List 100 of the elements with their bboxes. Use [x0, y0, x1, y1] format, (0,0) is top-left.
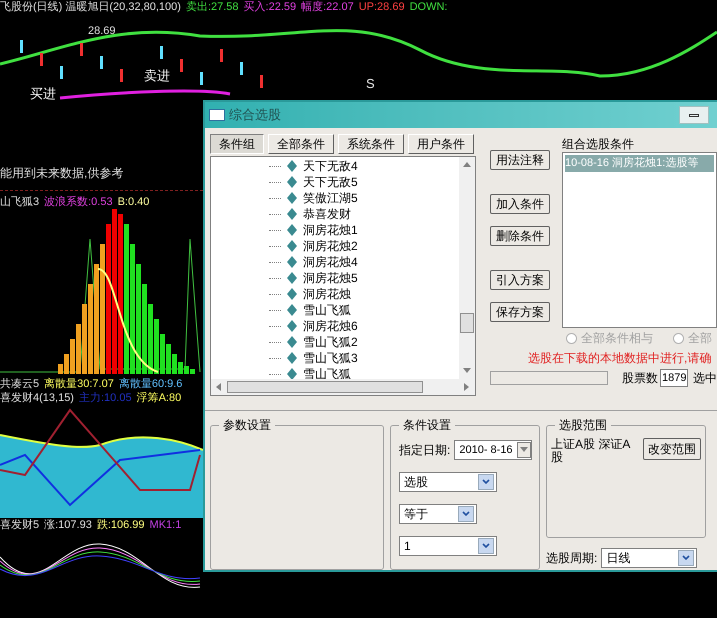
- indicator-text: 共凑云5: [0, 377, 40, 391]
- action-button[interactable]: 删除条件: [490, 226, 550, 246]
- indicator-text: 波浪系数:0.53: [44, 195, 113, 209]
- price-label: 28.69: [88, 25, 116, 37]
- tree-item[interactable]: 洞房花烛5: [269, 270, 459, 286]
- indicator-text: 幅度:22.07: [301, 0, 354, 14]
- scroll-left-icon[interactable]: [215, 383, 223, 391]
- diamond-icon: [287, 192, 297, 204]
- tree-item[interactable]: 笑傲江湖5: [269, 190, 459, 206]
- tree-item[interactable]: 洞房花烛2: [269, 238, 459, 254]
- diamond-icon: [287, 320, 297, 332]
- vertical-scrollbar[interactable]: [459, 157, 475, 379]
- tree-item[interactable]: 洞房花烛6: [269, 318, 459, 334]
- scroll-up-icon[interactable]: [463, 161, 471, 169]
- indicator-text: 离散量60:9.6: [118, 377, 182, 391]
- diamond-icon: [287, 368, 297, 379]
- indicator-text: 喜发财4(13,15): [0, 391, 74, 405]
- tab[interactable]: 全部条件: [268, 134, 334, 154]
- tree-item[interactable]: 恭喜发财: [269, 206, 459, 222]
- indicator-text: UP:28.69: [358, 0, 405, 14]
- warning-text: 选股在下载的本地数据中进行,请确: [527, 350, 712, 367]
- candlestick: [80, 43, 83, 56]
- count-field: 1879: [660, 368, 688, 388]
- action-button[interactable]: 引入方案: [490, 270, 550, 290]
- action-button[interactable]: 保存方案: [490, 302, 550, 322]
- period-label: 选股周期:: [546, 550, 598, 567]
- tab[interactable]: 条件组: [210, 134, 264, 154]
- indicator-text: 山飞狐3: [0, 195, 40, 209]
- minimize-button[interactable]: [679, 106, 709, 124]
- diamond-icon: [287, 240, 297, 252]
- candlestick: [240, 62, 243, 75]
- indicator-text: MK1:1: [150, 518, 182, 532]
- group-title: 选股范围: [555, 418, 611, 432]
- scroll-down-icon[interactable]: [463, 367, 471, 375]
- change-range-button[interactable]: 改变范围: [643, 438, 701, 460]
- candlestick: [120, 69, 123, 82]
- candlestick: [260, 75, 263, 88]
- indicator-text: DOWN:: [410, 0, 448, 14]
- tree-item[interactable]: 天下无敌4: [269, 158, 459, 174]
- scroll-thumb[interactable]: [227, 381, 423, 393]
- scroll-thumb[interactable]: [460, 313, 474, 333]
- minimize-icon: [689, 114, 699, 116]
- window-icon: [209, 109, 225, 121]
- candlestick: [200, 72, 203, 85]
- indicator-text: 买入:22.59: [244, 0, 296, 14]
- tree-item[interactable]: 洞房花烛: [269, 286, 459, 302]
- date-field[interactable]: 2010- 8-16: [454, 440, 532, 460]
- dropdown-field[interactable]: 等于: [399, 504, 477, 524]
- indicator-text: 浮筹A:80: [136, 391, 182, 405]
- horizontal-scrollbar[interactable]: [211, 379, 475, 395]
- section-label: 组合选股条件: [562, 136, 634, 152]
- window-title: 综合选股: [229, 106, 281, 124]
- count-label: 股票数: [622, 370, 658, 387]
- indicator-text: 卖出:27.58: [186, 0, 239, 14]
- candlestick: [40, 53, 43, 66]
- tree-item[interactable]: 雪山飞狐2: [269, 334, 459, 350]
- indicator-text: 涨:107.93: [44, 518, 92, 532]
- note-text: 能用到未来数据,供参考: [0, 165, 124, 181]
- indicator-text: B:0.40: [118, 195, 150, 209]
- dropdown-field[interactable]: 1: [399, 536, 497, 556]
- candlestick: [100, 56, 103, 69]
- indicator-text: 跌:106.99: [96, 518, 145, 532]
- indicator-text: 飞股份(日线) 温暖旭日(20,32,80,100): [0, 0, 181, 14]
- candlestick: [60, 66, 63, 79]
- diamond-icon: [287, 352, 297, 364]
- indicator-text: 主力:10.05: [78, 391, 132, 405]
- signal-label: 买进: [30, 86, 56, 100]
- candlestick: [220, 49, 223, 62]
- diamond-icon: [287, 272, 297, 284]
- tree-item[interactable]: 雪山飞狐: [269, 302, 459, 318]
- tree-item[interactable]: 天下无敌5: [269, 174, 459, 190]
- action-button[interactable]: 用法注释: [490, 150, 550, 170]
- diamond-icon: [287, 304, 297, 316]
- indicator-text: 离散量30:7.07: [44, 377, 114, 391]
- diamond-icon: [287, 160, 297, 172]
- candlestick: [160, 46, 163, 59]
- range-text: 上证A股 深证A股: [551, 438, 632, 464]
- tree-item[interactable]: 洞房花烛1: [269, 222, 459, 238]
- scroll-right-icon[interactable]: [463, 383, 471, 391]
- dropdown-arrow-icon[interactable]: [520, 446, 528, 454]
- group-title: 条件设置: [399, 418, 455, 432]
- candlestick: [180, 59, 183, 72]
- diamond-icon: [287, 208, 297, 220]
- dropdown-field[interactable]: 选股: [399, 472, 497, 492]
- action-button[interactable]: 加入条件: [490, 194, 550, 214]
- dropdown-field[interactable]: 日线: [601, 548, 698, 568]
- tab[interactable]: 用户条件: [408, 134, 474, 154]
- tree-item[interactable]: 雪山飞狐3: [269, 350, 459, 366]
- diamond-icon: [287, 256, 297, 268]
- group-title: 参数设置: [219, 418, 275, 432]
- indicator-text: 喜发财5: [0, 518, 40, 532]
- diamond-icon: [287, 288, 297, 300]
- tree-item[interactable]: 洞房花烛4: [269, 254, 459, 270]
- date-label: 指定日期:: [399, 442, 450, 459]
- selected-label: 选中: [693, 370, 717, 387]
- signal-label: S: [366, 76, 375, 91]
- diamond-icon: [287, 336, 297, 348]
- tab[interactable]: 系统条件: [338, 134, 404, 154]
- diamond-icon: [287, 224, 297, 236]
- signal-label: 卖进: [144, 68, 170, 83]
